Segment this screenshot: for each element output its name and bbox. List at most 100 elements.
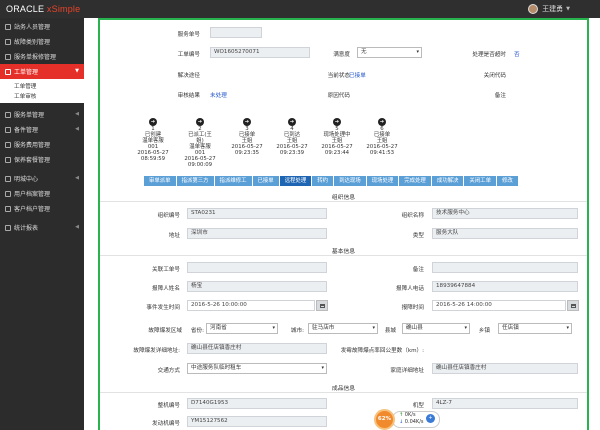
region-label: 故障爆发区域 [148, 328, 182, 334]
calendar-icon[interactable] [567, 300, 579, 311]
county-select[interactable]: 确山县 ▾ [402, 323, 470, 334]
sidebar-item-label: 统计报表 [14, 225, 39, 232]
building-icon [5, 175, 11, 182]
sidebar-item-parts[interactable]: 备件管理 ◀ [0, 122, 84, 137]
work-order-detail-panel: 服务单号 工单编号 WO1605270071 满意度 无 ▾ 处理是否超时 否 解… [98, 18, 589, 430]
province-value: 河南省 [210, 325, 227, 331]
sidebar-item-repair[interactable]: 服务单报修管理 [0, 49, 84, 64]
sidebar-item-user-archive[interactable]: 用户档案管理 [0, 186, 84, 201]
step-text: 08:59:59 [140, 156, 166, 162]
row-engine: 发动机编号 YM15127562 [100, 416, 587, 429]
review-value: 未处理 [210, 93, 227, 99]
user-menu[interactable]: 王建勇 ▼ [528, 4, 570, 14]
step-text: 09:41:53 [369, 150, 395, 156]
progress-step: ➔ 2 已派工(王 姐) 温单客服 001 2016-05-27 09:00:09 [175, 118, 225, 168]
remark-label: 备注 [494, 93, 506, 99]
arrow-right-icon: ➔ [243, 118, 251, 126]
satisfaction-select[interactable]: 无 ▾ [357, 47, 422, 58]
progress-step: ➔ 1 已创建 温单客服 001 2016-05-27 08:59:59 [128, 118, 178, 162]
service-no-field [210, 27, 262, 38]
divider [100, 201, 587, 202]
detail-address-field: 确山县任店镇香庄村 [187, 343, 327, 354]
sidebar-item-fault-category[interactable]: 故障类别管理 [0, 34, 84, 49]
sidebar-subitem-order-manage[interactable]: 工单管理 [0, 81, 84, 91]
boost-icon[interactable]: + [426, 414, 435, 423]
tab-action[interactable]: 审单派单 [144, 176, 177, 186]
address-field: 深圳市 [187, 228, 327, 239]
sidebar-item-work-order[interactable]: 工单管理 ▼ [0, 64, 84, 79]
chevron-down-icon: ▾ [272, 325, 275, 331]
chevron-down-icon: ▾ [464, 325, 467, 331]
related-order-label: 关联工单号 [152, 267, 180, 273]
tab-action[interactable]: 成功解决 [431, 176, 465, 186]
reason-label: 原因代码 [327, 93, 350, 99]
org-no-label: 组织编号 [157, 213, 180, 219]
province-label: 省份: [190, 328, 204, 334]
review-label: 审核结果 [177, 93, 200, 99]
sidebar-item-maintenance[interactable]: 保养套餐管理 [0, 152, 84, 167]
tab-action[interactable]: 到达现场 [334, 176, 367, 186]
engine-no-field: YM15127562 [187, 416, 327, 427]
org-name-label: 组织名称 [401, 213, 424, 219]
sidebar-item-label: 服务单报修管理 [14, 54, 57, 61]
type-label: 类型 [412, 233, 424, 239]
tab-action[interactable]: 指派第三方 [176, 176, 215, 186]
tab-action[interactable]: 已接单 [252, 176, 280, 186]
tab-action[interactable]: 指派维修工 [214, 176, 253, 186]
tab-action[interactable]: 关闭工单 [464, 176, 497, 186]
basic-remark-field [432, 262, 578, 273]
logo: ORACLE xSimple [6, 4, 80, 14]
close-code-label: 关闭代码 [483, 73, 506, 79]
row-address: 地址 深圳市 类型 服务大队 [100, 228, 587, 241]
sidebar-subitem-order-review[interactable]: 工单审核 [0, 91, 84, 101]
calendar-icon[interactable] [316, 300, 328, 311]
chevron-down-icon: ▾ [566, 325, 569, 331]
network-speed-widget[interactable]: ↑ 0K/s ↓ 0.04K/s 62% + [374, 409, 440, 430]
basic-remark-label: 备注 [412, 267, 424, 273]
user-icon [5, 23, 11, 30]
tab-action[interactable]: 现场处理 [366, 176, 400, 186]
occur-time-field[interactable]: 2016-5-26 10:00:00 [187, 300, 315, 311]
gear-icon [5, 126, 11, 133]
download-speed: 0.04K/s [404, 419, 424, 425]
sidebar-item-fees[interactable]: 服务费用管理 [0, 137, 84, 152]
town-select[interactable]: 任店镇 ▾ [498, 323, 572, 334]
chevron-left-icon: ◀ [75, 224, 79, 230]
tab-action[interactable]: 修改 [496, 176, 519, 186]
sidebar-submenu: 工单管理 工单审核 [0, 79, 84, 103]
org-name-field: 技术服务中心 [432, 208, 578, 219]
county-value: 确山县 [406, 325, 423, 331]
sidebar-item-label: 明城中心 [14, 176, 39, 183]
reporter-label: 报障人姓名 [152, 286, 180, 292]
model-label: 机型 [412, 403, 424, 409]
sidebar-item-reports[interactable]: 统计报表 ◀ [0, 220, 84, 235]
report-time-field[interactable]: 2016-5-26 14:00:00 [432, 300, 566, 311]
product-section-title: 成品信息 [331, 386, 356, 392]
wrench-icon [5, 53, 11, 60]
step-text: 09:00:09 [187, 162, 213, 168]
province-select[interactable]: 河南省 ▾ [206, 323, 278, 334]
sidebar-item-center[interactable]: 明城中心 ◀ [0, 171, 84, 186]
transport-select[interactable]: 中途服务队临时租车 ▾ [187, 363, 327, 374]
step-text: 09:23:44 [324, 150, 350, 156]
chart-icon [5, 224, 11, 231]
tab-action[interactable]: 完成处理 [399, 176, 432, 186]
sidebar-item-label: 备件管理 [14, 127, 39, 134]
sidebar-item-label: 客户档户管理 [14, 206, 51, 213]
sidebar-item-service-order[interactable]: 服务单管理 ◀ [0, 107, 84, 122]
sidebar-item-customer-archive[interactable]: 客户档户管理 [0, 201, 84, 216]
sidebar-item-label: 用户档案管理 [14, 191, 51, 198]
sidebar-item-label: 保养套餐管理 [14, 157, 51, 164]
progress-step: ➔ 5 现场处理中 王姐 2016-05-27 09:23:44 [312, 118, 362, 156]
town-label: 乡镇 [478, 328, 490, 334]
tab-action[interactable]: 转约 [312, 176, 335, 186]
address-label: 地址 [168, 233, 180, 239]
city-select[interactable]: 驻马店市 ▾ [308, 323, 378, 334]
divider [100, 392, 587, 393]
tab-action[interactable]: 远程处理 [279, 176, 313, 186]
folder-icon [5, 205, 11, 212]
transport-label: 交通方式 [157, 368, 180, 374]
progress-step: ➔ 6 已接单 王姐 2016-05-27 09:41:53 [357, 118, 407, 156]
sidebar-item-staff[interactable]: 站务人员管理 [0, 19, 84, 34]
sidebar-item-label: 故障类别管理 [14, 39, 51, 46]
